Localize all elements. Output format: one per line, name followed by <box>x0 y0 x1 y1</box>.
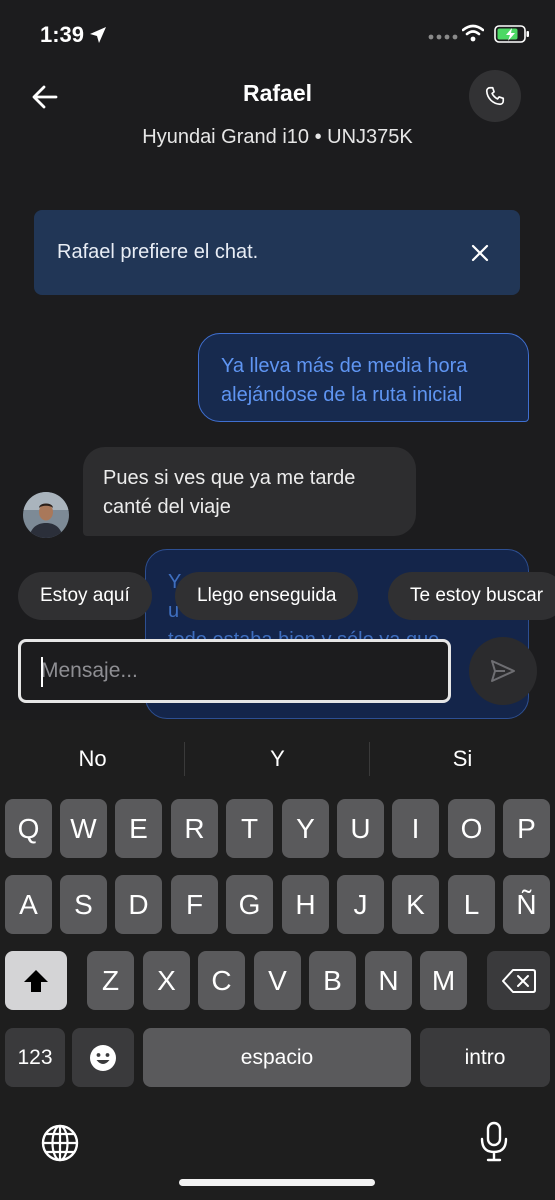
key[interactable]: T <box>226 799 273 858</box>
key[interactable]: I <box>392 799 439 858</box>
emoji-key[interactable] <box>72 1028 134 1087</box>
globe-icon[interactable] <box>40 1123 80 1163</box>
message-line: Pues si ves que ya me tarde <box>103 467 356 489</box>
space-key[interactable]: espacio <box>143 1028 411 1087</box>
vehicle-info: Hyundai Grand i10 • UNJ375K <box>142 126 413 148</box>
message-placeholder: Mensaje... <box>41 659 138 682</box>
shift-icon <box>24 969 48 992</box>
key[interactable]: M <box>420 951 467 1010</box>
key[interactable]: F <box>171 875 218 934</box>
outgoing-message[interactable]: Ya lleva más de media hora alejándose de… <box>198 333 529 422</box>
key[interactable]: Z <box>87 951 134 1010</box>
key[interactable]: B <box>309 951 356 1010</box>
key[interactable]: D <box>115 875 162 934</box>
message-input[interactable]: Mensaje... <box>18 639 451 703</box>
message-line: canté del viaje <box>103 496 231 518</box>
suggestion-item[interactable]: Si <box>370 746 555 772</box>
suggestion-item[interactable]: Y <box>185 746 370 772</box>
quick-reply-chip[interactable]: Estoy aquí <box>18 572 152 620</box>
call-button[interactable] <box>469 70 521 122</box>
avatar <box>23 492 69 538</box>
backspace-icon <box>501 968 536 993</box>
key[interactable]: N <box>365 951 412 1010</box>
key[interactable]: E <box>115 799 162 858</box>
key[interactable]: P <box>503 799 550 858</box>
incoming-message[interactable]: Pues si ves que ya me tarde canté del vi… <box>83 447 416 536</box>
keyboard: No Y Si Q W E R T Y U I O P A S D F G H … <box>0 720 555 1200</box>
key[interactable]: J <box>337 875 384 934</box>
home-indicator[interactable] <box>179 1179 375 1186</box>
key[interactable]: U <box>337 799 384 858</box>
key[interactable]: A <box>5 875 52 934</box>
quick-reply-chip[interactable]: Te estoy buscar <box>388 572 555 620</box>
key[interactable]: S <box>60 875 107 934</box>
emoji-icon <box>90 1044 116 1071</box>
suggestion-item[interactable]: No <box>0 746 185 772</box>
info-banner: Rafael prefiere el chat. <box>34 210 520 295</box>
location-arrow-icon <box>90 27 106 43</box>
send-icon <box>491 660 515 682</box>
banner-text: Rafael prefiere el chat. <box>57 241 259 263</box>
status-time: 1:39 <box>40 22 85 47</box>
key[interactable]: C <box>198 951 245 1010</box>
key[interactable]: O <box>448 799 495 858</box>
signal-icon <box>428 34 458 40</box>
key[interactable]: L <box>448 875 495 934</box>
key[interactable]: W <box>60 799 107 858</box>
message-line: Ya lleva más de media hora <box>221 355 468 377</box>
text-caret <box>41 657 43 687</box>
chat-screen: 1:39 Rafael Hyundai Grand i10 • UNJ375K … <box>0 0 555 720</box>
avatar-image <box>23 492 69 538</box>
microphone-icon[interactable] <box>479 1121 509 1163</box>
phone-icon <box>485 86 505 106</box>
shift-key[interactable] <box>5 951 67 1010</box>
key[interactable]: X <box>143 951 190 1010</box>
key[interactable]: G <box>226 875 273 934</box>
key[interactable]: Q <box>5 799 52 858</box>
key[interactable]: Y <box>282 799 329 858</box>
quick-reply-chip[interactable]: Llego enseguida <box>175 572 359 620</box>
key[interactable]: R <box>171 799 218 858</box>
key[interactable]: H <box>282 875 329 934</box>
backspace-key[interactable] <box>487 951 550 1010</box>
send-button[interactable] <box>469 637 537 705</box>
key[interactable]: Ñ <box>503 875 550 934</box>
battery-icon <box>494 25 529 43</box>
status-bar: 1:39 <box>0 0 555 70</box>
close-icon[interactable] <box>468 241 492 265</box>
numbers-key[interactable]: 123 <box>5 1028 65 1087</box>
key[interactable]: V <box>254 951 301 1010</box>
key[interactable]: K <box>392 875 439 934</box>
message-line: alejándose de la ruta inicial <box>221 384 463 406</box>
wifi-icon <box>462 24 484 42</box>
return-key[interactable]: intro <box>420 1028 550 1087</box>
